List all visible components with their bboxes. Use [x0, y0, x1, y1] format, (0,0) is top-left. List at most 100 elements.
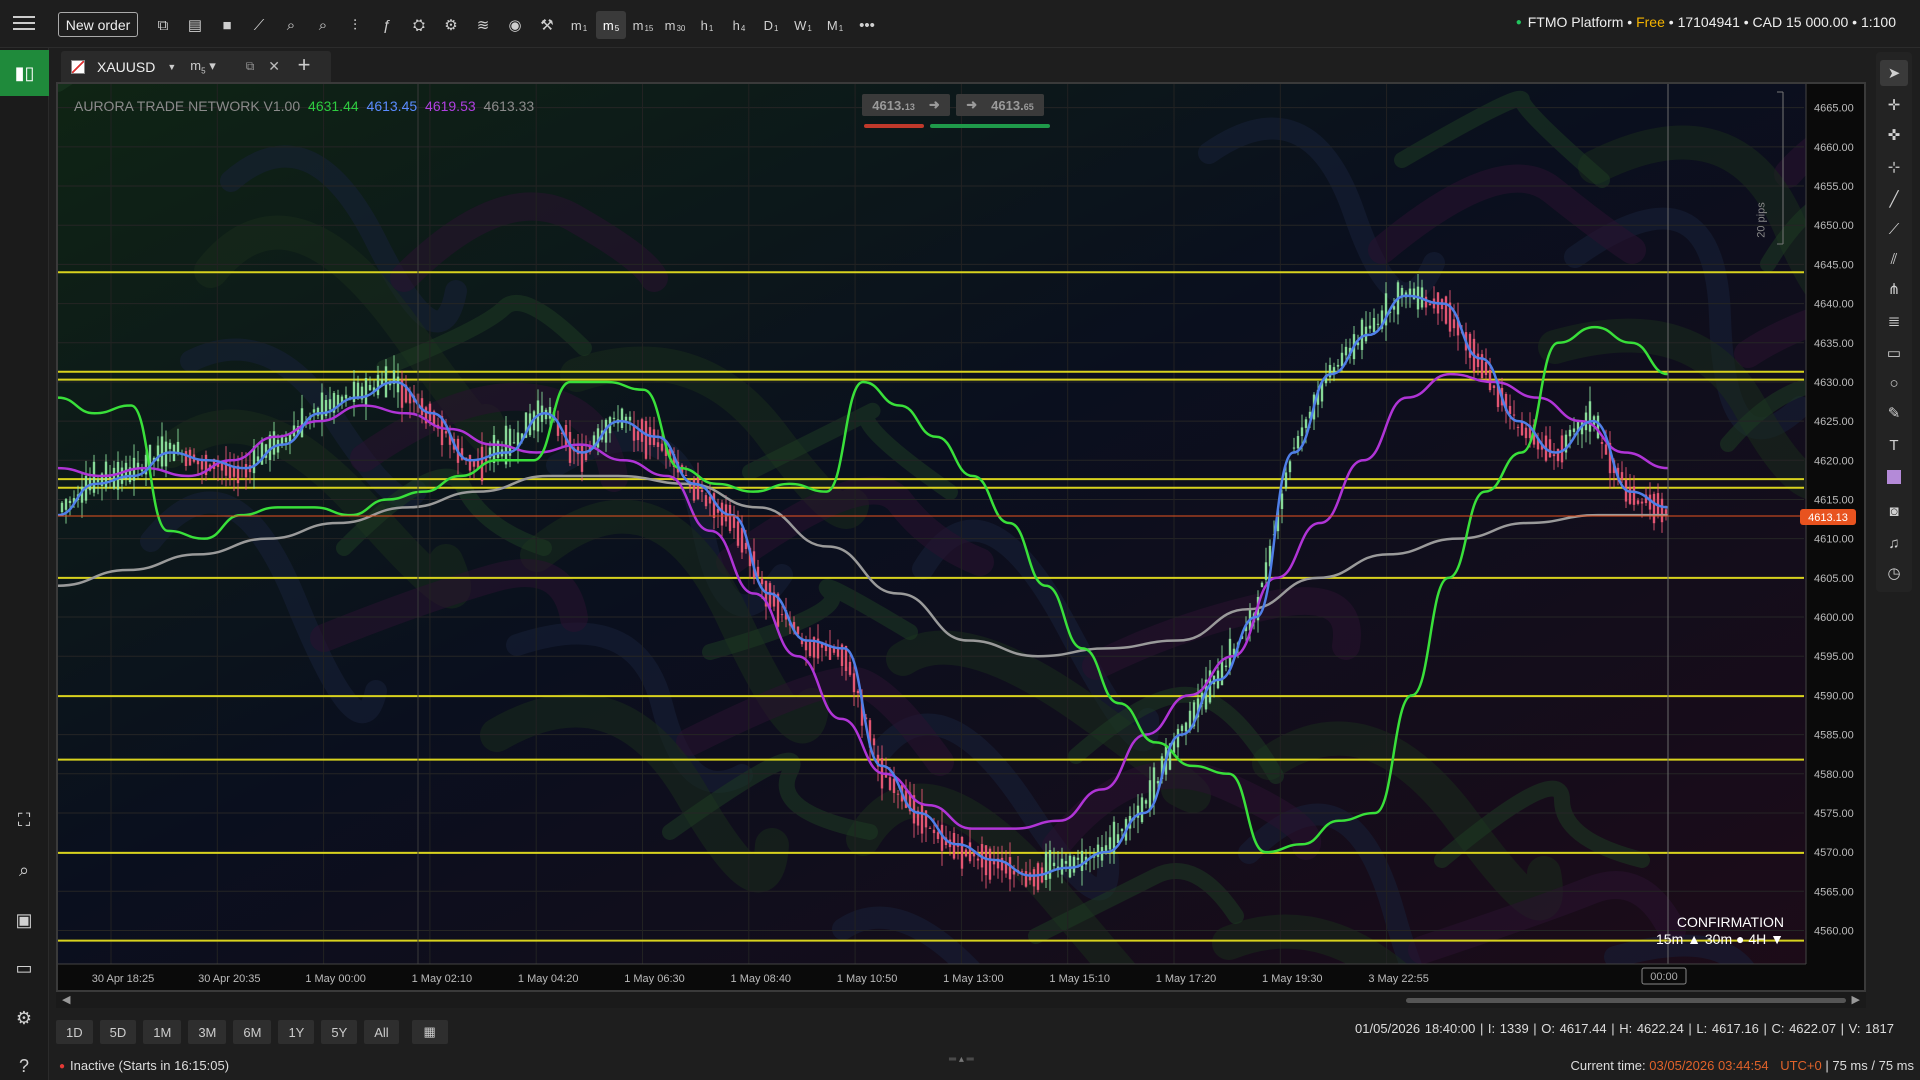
candle-body [1012, 870, 1016, 875]
chart-canvas[interactable]: 4665.00 4660.00 4655.00 4650.00 4645.00 4640.… [58, 84, 1864, 990]
text-icon[interactable]: T [1880, 432, 1908, 458]
settings-gear-icon[interactable]: ⚙ [10, 1004, 38, 1032]
trend-line-icon[interactable]: ╱ [1880, 186, 1908, 212]
timeframe-m30[interactable]: m 30 [660, 11, 690, 39]
store-icon[interactable]: ▣ [10, 906, 38, 934]
candle-body [660, 443, 664, 451]
candle-body [200, 460, 204, 470]
range-5d[interactable]: 5D [99, 1020, 137, 1044]
time-tick-label: 1 May 06:30 [624, 973, 685, 985]
crosshair-move-icon[interactable]: ✜ [1880, 122, 1908, 148]
alert-bell-icon[interactable]: ♫ [1880, 530, 1908, 556]
candle-body [1596, 415, 1600, 439]
candle-body [1628, 487, 1632, 504]
channel-icon[interactable]: ⫽ [1880, 246, 1908, 272]
resize-grip-icon[interactable]: ═ ▴ ═ [949, 1054, 974, 1065]
chart-type-icon[interactable]: ⧉ [148, 11, 178, 39]
sell-button[interactable]: 4613.13 ➜ [862, 94, 950, 116]
scroll-left-icon[interactable]: ◀ [62, 993, 70, 1006]
zoom-in-icon[interactable]: ⌕ [276, 11, 306, 39]
trend-chart-icon[interactable]: ⟋ [244, 11, 274, 39]
price-tick-label: 4565.00 [1814, 886, 1854, 898]
scroll-right-icon[interactable]: ▶ [1852, 993, 1860, 1006]
indicators-icon[interactable]: ⫶ [340, 11, 370, 39]
add-tab-icon[interactable]: + [289, 52, 319, 78]
replay-icon[interactable]: ◷ [1880, 560, 1908, 586]
buy-button[interactable]: ➜ 4613.65 [956, 94, 1044, 116]
timeframe-h4[interactable]: h4 [724, 11, 754, 39]
account-info[interactable]: ● FTMO Platform • Free • 17104941 • CAD 1… [1516, 14, 1896, 30]
platform-name: FTMO Platform [1527, 14, 1624, 30]
tab-timeframe[interactable]: m5 ▾ [190, 58, 215, 76]
candle-body [1260, 582, 1264, 588]
eye-icon[interactable]: ◉ [500, 11, 530, 39]
candle-body [1264, 562, 1268, 580]
fill-color-icon[interactable] [1880, 464, 1908, 490]
scripts-icon[interactable]: ƒ [372, 11, 402, 39]
detach-tab-icon[interactable]: ⧉ [246, 59, 255, 74]
scrollbar-thumb[interactable] [1406, 998, 1846, 1003]
layout-icon[interactable]: ▤ [180, 11, 210, 39]
candlestick-chart-icon[interactable]: ▮▯ [0, 50, 49, 96]
range-6m[interactable]: 6M [233, 1020, 272, 1044]
timezone[interactable]: UTC+0 [1780, 1058, 1822, 1073]
wallet-icon[interactable]: ▭ [10, 954, 38, 982]
timeframe-m15[interactable]: m 15 [628, 11, 658, 39]
chart-scrollbar[interactable]: ◀ ▶ [56, 992, 1866, 1008]
zoom-out-icon[interactable]: ⌕ [308, 11, 338, 39]
pitchfork-icon[interactable]: ⋔ [1880, 276, 1908, 302]
candle-body [1096, 844, 1100, 857]
bot-icon[interactable]: ⛶ [10, 806, 38, 834]
range-1d[interactable]: 1D [56, 1020, 93, 1044]
range-all[interactable]: All [364, 1020, 399, 1044]
indicator-header[interactable]: AURORA TRADE NETWORK V1.00 4631.44 4613.… [74, 98, 534, 114]
circle-icon[interactable]: ○ [1880, 370, 1908, 396]
timeframe-m1[interactable]: m1 [564, 11, 594, 39]
range-buttons: 1D 5D 1M 3M 6M 1Y 5Y All ▦ [56, 1020, 448, 1044]
timeframe-w1[interactable]: W1 [788, 11, 818, 39]
trading-robot-icon[interactable]: ⚙ [436, 11, 466, 39]
layers-icon[interactable]: ≋ [468, 11, 498, 39]
price-chart[interactable]: 4665.00 4660.00 4655.00 4650.00 4645.00 4640.… [56, 82, 1866, 992]
price-tick-label: 4605.00 [1814, 573, 1854, 585]
chart-settings-icon[interactable]: ⚒ [532, 11, 562, 39]
rectangle-icon[interactable]: ▭ [1880, 340, 1908, 366]
candle-body [872, 738, 876, 746]
fibonacci-icon[interactable]: ≣ [1880, 308, 1908, 334]
robot-icon[interactable]: ⛭ [404, 11, 434, 39]
calendar-icon[interactable]: ▦ [411, 1020, 448, 1044]
price-tick-label: 4600.00 [1814, 612, 1854, 624]
range-5y[interactable]: 5Y [321, 1020, 358, 1044]
candle-body [1116, 834, 1120, 843]
candle-body [1660, 498, 1664, 523]
candle-body [1428, 303, 1432, 306]
close-tab-icon[interactable]: ✕ [268, 58, 280, 75]
candle-body [120, 467, 124, 484]
price-tick-label: 4620.00 [1814, 455, 1854, 467]
range-3m[interactable]: 3M [188, 1020, 227, 1044]
symbol-dropdown-icon[interactable]: ▼ [167, 62, 176, 72]
range-1m[interactable]: 1M [143, 1020, 182, 1044]
candle-body [852, 673, 856, 693]
more-options-icon[interactable]: ••• [852, 11, 882, 39]
timeframe-mn1[interactable]: M1 [820, 11, 850, 39]
crosshair-icon[interactable]: ✛ [1880, 92, 1908, 118]
new-order-button[interactable]: New order [58, 12, 138, 37]
hamburger-menu-icon[interactable] [10, 12, 38, 36]
timeframe-h1[interactable]: h1 [692, 11, 722, 39]
symbol-flag-icon [71, 59, 85, 74]
ray-icon[interactable]: ⟋ [1880, 216, 1908, 242]
range-1y[interactable]: 1Y [278, 1020, 315, 1044]
candle-body [1520, 421, 1524, 436]
measure-icon[interactable]: ⊹ [1880, 154, 1908, 180]
scanner-icon[interactable]: ⌕ [10, 856, 38, 884]
cursor-icon[interactable]: ➤ [1880, 60, 1908, 86]
candle-body [1024, 871, 1028, 887]
timeframe-d1[interactable]: D1 [756, 11, 786, 39]
brush-icon[interactable]: ✎ [1880, 400, 1908, 426]
fullscreen-icon[interactable]: ■ [212, 11, 242, 39]
candle-body [696, 475, 700, 500]
help-icon[interactable]: ? [10, 1052, 38, 1080]
camera-icon[interactable]: ◙ [1880, 498, 1908, 524]
timeframe-m5[interactable]: m5 [596, 11, 626, 39]
